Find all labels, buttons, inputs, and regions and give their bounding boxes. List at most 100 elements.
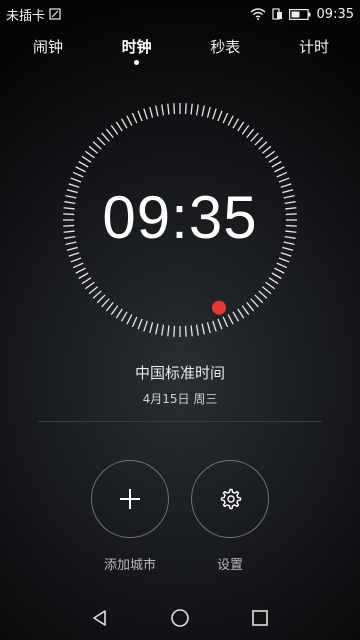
dial-tick bbox=[217, 318, 223, 330]
seconds-indicator-dot bbox=[212, 300, 227, 315]
tab-alarm[interactable]: 闹钟 bbox=[28, 36, 68, 66]
clock-time: 09:35 bbox=[102, 184, 258, 251]
dial-tick bbox=[190, 325, 193, 337]
tab-stopwatch[interactable]: 秒表 bbox=[205, 36, 245, 66]
dial-tick bbox=[195, 324, 199, 336]
dial-tick bbox=[88, 145, 99, 154]
dial-tick bbox=[237, 308, 245, 319]
battery-icon bbox=[288, 8, 311, 20]
dial-tick bbox=[84, 281, 95, 290]
dial-tick bbox=[173, 325, 176, 337]
dial-tick bbox=[105, 301, 114, 312]
date-label: 4月15日 周三 bbox=[142, 392, 218, 406]
plus-icon bbox=[120, 489, 140, 509]
dial-tick bbox=[70, 177, 82, 183]
settings-button[interactable] bbox=[191, 460, 269, 538]
dial-tick bbox=[241, 124, 250, 135]
dial-tick bbox=[184, 103, 187, 115]
dual-sim-icon bbox=[271, 8, 282, 20]
home-button[interactable] bbox=[168, 606, 192, 630]
tab-clock-label: 时钟 bbox=[121, 38, 152, 56]
dial-tick bbox=[195, 104, 199, 116]
dial-tick bbox=[101, 132, 110, 142]
dial-tick bbox=[250, 298, 259, 308]
dial-tick bbox=[280, 252, 292, 257]
dial-tick bbox=[237, 121, 245, 132]
dial-tick bbox=[254, 136, 264, 146]
dial-tick bbox=[201, 323, 205, 335]
dial-tick bbox=[155, 323, 159, 335]
dial-tick bbox=[126, 115, 133, 126]
dial-tick bbox=[81, 277, 92, 285]
dial-tick bbox=[137, 318, 143, 330]
dial-tick bbox=[190, 103, 193, 115]
dial-tick bbox=[137, 110, 143, 122]
dial-tick bbox=[222, 316, 229, 328]
dial-tick bbox=[161, 104, 165, 116]
dial-tick bbox=[78, 272, 89, 280]
dial-tick bbox=[161, 324, 165, 336]
dial-tick bbox=[246, 301, 255, 312]
dial-tick bbox=[149, 322, 154, 334]
tab-stopwatch-label: 秒表 bbox=[210, 38, 241, 56]
gear-icon bbox=[220, 488, 242, 510]
dial-tick bbox=[265, 150, 276, 159]
dial-tick bbox=[227, 314, 234, 325]
dial-tick bbox=[232, 118, 240, 129]
dial-tick bbox=[75, 267, 86, 274]
dial-tick bbox=[72, 171, 84, 178]
carrier-text: 未插卡 bbox=[6, 8, 46, 24]
back-button[interactable] bbox=[88, 606, 112, 630]
dial-tick bbox=[120, 311, 128, 322]
dial-tick bbox=[274, 267, 285, 274]
dial-tick bbox=[75, 166, 86, 173]
dial-tick bbox=[131, 112, 138, 124]
dial-tick bbox=[227, 115, 234, 126]
dial-tick bbox=[167, 103, 170, 115]
dial-tick bbox=[78, 160, 89, 168]
dial-tick bbox=[271, 272, 282, 280]
dial-tick bbox=[70, 257, 82, 263]
dial-tick bbox=[261, 286, 272, 295]
dial-tick bbox=[258, 290, 268, 299]
dial-tick bbox=[276, 262, 288, 269]
status-left: 未插卡 bbox=[6, 5, 61, 24]
dial-tick bbox=[250, 132, 259, 142]
tab-clock[interactable]: 时钟 bbox=[117, 36, 157, 66]
dial-tick bbox=[201, 105, 205, 117]
dial-tick bbox=[115, 121, 123, 132]
dial-tick bbox=[105, 128, 114, 139]
dial-tick bbox=[274, 166, 285, 173]
add-city-button[interactable] bbox=[91, 460, 169, 538]
dial-tick bbox=[96, 294, 106, 304]
dial-tick bbox=[101, 298, 110, 308]
recents-button[interactable] bbox=[248, 606, 272, 630]
dial-tick bbox=[120, 118, 128, 129]
dial-tick bbox=[222, 112, 229, 124]
status-right: 09:35 bbox=[250, 7, 354, 22]
dial-tick bbox=[241, 305, 250, 316]
dial-tick bbox=[68, 252, 80, 257]
dial-tick bbox=[88, 286, 99, 295]
timezone-label: 中国标准时间 bbox=[134, 364, 225, 382]
dial-tick bbox=[149, 106, 154, 118]
dial-tick bbox=[92, 290, 102, 299]
dial-tick bbox=[246, 128, 255, 139]
dial-tick bbox=[206, 106, 211, 118]
status-time: 09:35 bbox=[316, 6, 354, 22]
active-tab-indicator bbox=[134, 60, 140, 65]
recents-square-icon bbox=[252, 610, 268, 626]
wifi-icon bbox=[250, 8, 266, 20]
dial-tick bbox=[268, 155, 279, 163]
sim-card-icon bbox=[49, 8, 61, 20]
dial-tick bbox=[126, 314, 133, 325]
dial-tick bbox=[143, 320, 148, 332]
dial-tick bbox=[278, 177, 290, 183]
divider bbox=[38, 421, 322, 422]
tab-timer[interactable]: 计时 bbox=[294, 36, 334, 66]
add-city-label: 添加城市 bbox=[103, 558, 156, 573]
dial-tick bbox=[212, 108, 217, 120]
dial-tick bbox=[265, 281, 276, 290]
status-bar: 未插卡 09:35 bbox=[0, 0, 360, 28]
dial-tick bbox=[81, 155, 92, 163]
